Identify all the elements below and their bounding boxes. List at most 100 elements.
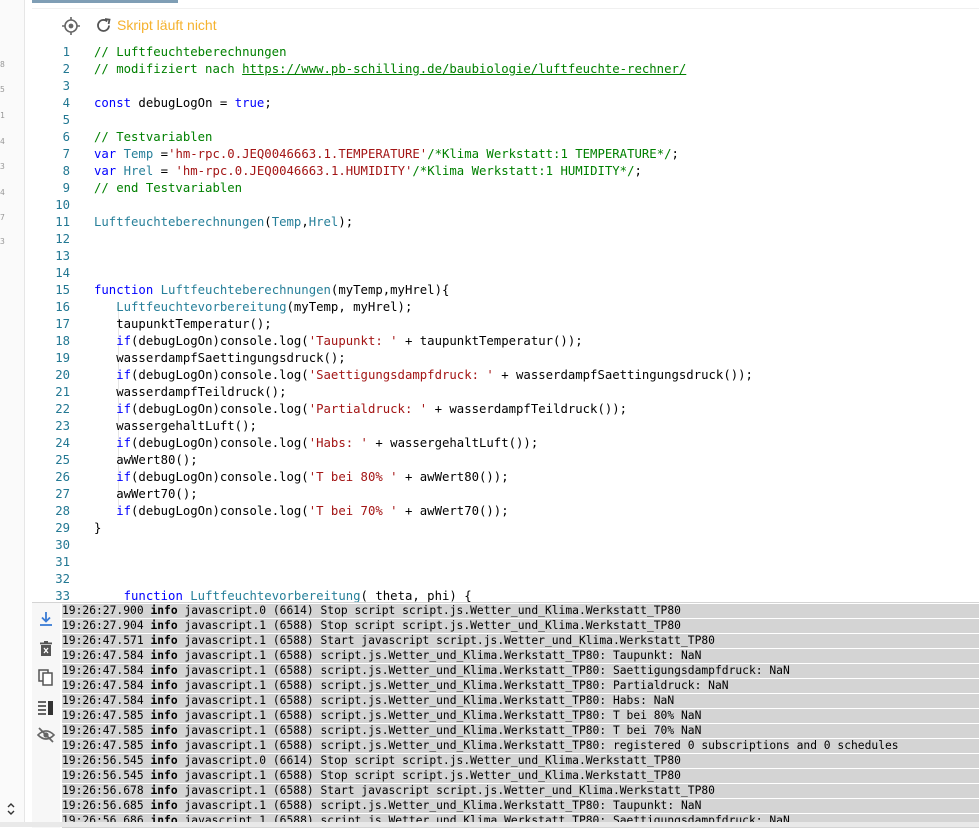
log-list[interactable]: 19:26:27.900 info javascript.0 (6614) St…	[60, 604, 979, 828]
code-line[interactable]: 7 var Temp ='hm-rpc.0.JEQ0046663.1.TEMPER…	[32, 146, 979, 163]
code-line[interactable]: 4 const debugLogOn = true;	[32, 95, 979, 112]
code-text: Luftfeuchteberechnungen(Temp,Hrel);	[94, 214, 353, 231]
code-line[interactable]: 19 wasserdampfSaettingungsdruck();	[32, 350, 979, 367]
code-text: // Testvariablen	[94, 129, 212, 146]
code-line[interactable]: 14	[32, 265, 979, 282]
line-number: 23	[55, 419, 70, 433]
eye-off-icon[interactable]	[36, 725, 56, 745]
code-token: if	[116, 402, 132, 416]
code-line[interactable]: 13	[32, 248, 979, 265]
reload-icon[interactable]	[95, 17, 112, 34]
log-row: 19:26:47.585 info javascript.1 (6588) sc…	[62, 724, 979, 738]
line-number: 3	[62, 79, 70, 93]
code-line[interactable]: 8 var Hrel = 'hm-rpc.0.JEQ0046663.1.HUMID…	[32, 163, 979, 180]
code-line[interactable]: 30	[32, 537, 979, 554]
gutter-number: 3	[0, 237, 5, 246]
log-message: javascript.1 (6588) Stop script script.j…	[184, 769, 681, 782]
line-number: 29	[55, 521, 70, 535]
code-line[interactable]: 26 if(debugLogOn)console.log('T bei 80% …	[32, 469, 979, 486]
code-text: // end Testvariablen	[94, 180, 242, 197]
code-text: if(debugLogOn)console.log('Saettigungsda…	[94, 367, 753, 384]
code-line[interactable]: 21 wasserdampfTeildruck();	[32, 384, 979, 401]
code-line[interactable]: 12	[32, 231, 979, 248]
code-link[interactable]: https://www.pb-schilling.de/baubiologie/…	[242, 62, 686, 76]
gutter-number: 8	[0, 60, 5, 69]
log-level: info	[150, 724, 178, 737]
code-token: Temp	[271, 215, 302, 229]
code-token: wasserdampfTeildruck();	[94, 385, 287, 399]
log-level: info	[150, 739, 178, 752]
code-line[interactable]: 10	[32, 197, 979, 214]
log-message: javascript.0 (6614) Stop script script.j…	[184, 604, 681, 617]
line-number: 8	[62, 164, 70, 178]
line-number: 5	[62, 113, 70, 127]
chevron-updown-icon[interactable]	[6, 802, 16, 819]
code-token: 'hm-rpc.0.JEQ0046663.1.HUMIDITY'	[175, 164, 413, 178]
gutter-number: 3	[0, 162, 5, 171]
log-level: info	[150, 604, 178, 617]
log-row: 19:26:27.904 info javascript.1 (6588) St…	[62, 619, 979, 633]
code-token: Hrel	[308, 215, 339, 229]
code-token: if	[116, 334, 132, 348]
line-number: 27	[55, 487, 70, 501]
code-line[interactable]: 27 awWert70();	[32, 486, 979, 503]
code-token: (debugLogOn)console.log(	[131, 504, 309, 518]
code-line[interactable]: 25 awWert80();	[32, 452, 979, 469]
code-token: Temp	[123, 147, 154, 161]
copy-icon[interactable]	[36, 667, 56, 687]
code-token: if	[116, 470, 132, 484]
code-line[interactable]: 17 taupunktTemperatur();	[32, 316, 979, 333]
code-line[interactable]: 15 function Luftfeuchteberechnungen(myTem…	[32, 282, 979, 299]
code-text: if(debugLogOn)console.log('T bei 70% ' +…	[94, 503, 508, 520]
code-line[interactable]: 6 // Testvariablen	[32, 129, 979, 146]
code-token: // Testvariablen	[94, 130, 213, 144]
crosshair-icon[interactable]	[61, 16, 81, 36]
code-line[interactable]: 29}	[32, 520, 979, 537]
code-line[interactable]: 1 // Luftfeuchteberechnungen	[32, 44, 979, 61]
line-number: 2	[62, 62, 70, 76]
log-level: info	[150, 769, 178, 782]
code-line[interactable]: 24 if(debugLogOn)console.log('Habs: ' + …	[32, 435, 979, 452]
code-token: (debugLogOn)console.log(	[131, 470, 309, 484]
code-token: =	[153, 164, 176, 178]
code-line[interactable]: 2 // modifiziert nach https://www.pb-schi…	[32, 61, 979, 78]
code-token: taupunktTemperatur();	[94, 317, 272, 331]
code-line[interactable]: 16 Luftfeuchtevorbereitung(myTemp, myHre…	[32, 299, 979, 316]
download-icon[interactable]	[36, 609, 56, 629]
code-line[interactable]: 33 function Luftfeuchtevorbereitung( the…	[32, 588, 979, 602]
code-line[interactable]: 23 wassergehaltLuft();	[32, 418, 979, 435]
code-line[interactable]: 20 if(debugLogOn)console.log('Saettigung…	[32, 367, 979, 384]
log-message: javascript.1 (6588) script.js.Wetter_und…	[184, 709, 702, 722]
code-line[interactable]: 22 if(debugLogOn)console.log('Partialdru…	[32, 401, 979, 418]
code-text: // Luftfeuchteberechnungen	[94, 44, 287, 61]
code-text: if(debugLogOn)console.log('Taupunkt: ' +…	[94, 333, 582, 350]
code-line[interactable]: 28 if(debugLogOn)console.log('T bei 70% …	[32, 503, 979, 520]
line-number: 30	[55, 538, 70, 552]
bottom-scrollbar[interactable]	[0, 822, 979, 827]
code-token: 'Taupunkt: '	[308, 334, 398, 348]
gutter-number: 4	[0, 137, 5, 146]
code-token: /*Klima Werkstatt:1 HUMIDITY*/	[412, 164, 635, 178]
line-number: 14	[55, 266, 70, 280]
code-text: }	[94, 520, 101, 537]
code-token: + wasserdampfTeildruck());	[427, 402, 628, 416]
code-token: Luftfeuchteberechnungen	[94, 215, 265, 229]
code-line[interactable]: 32	[32, 571, 979, 588]
code-editor[interactable]: 1 // Luftfeuchteberechnungen 2 // modifizie…	[32, 43, 979, 602]
line-number: 24	[55, 436, 70, 450]
code-line[interactable]: 18 if(debugLogOn)console.log('Taupunkt: …	[32, 333, 979, 350]
list-view-icon[interactable]	[36, 697, 56, 717]
code-token: (myTemp,myHrel){	[330, 283, 450, 297]
code-line[interactable]: 11 Luftfeuchteberechnungen(Temp,Hrel);	[32, 214, 979, 231]
code-token: (debugLogOn)console.log(	[131, 334, 309, 348]
code-text: const debugLogOn = true;	[94, 95, 272, 112]
trash-icon[interactable]	[36, 639, 56, 659]
code-line[interactable]: 5	[32, 112, 979, 129]
code-line[interactable]: 31	[32, 554, 979, 571]
code-line[interactable]: 9 // end Testvariablen	[32, 180, 979, 197]
code-line[interactable]: 3	[32, 78, 979, 95]
code-text: awWert70();	[94, 486, 197, 503]
